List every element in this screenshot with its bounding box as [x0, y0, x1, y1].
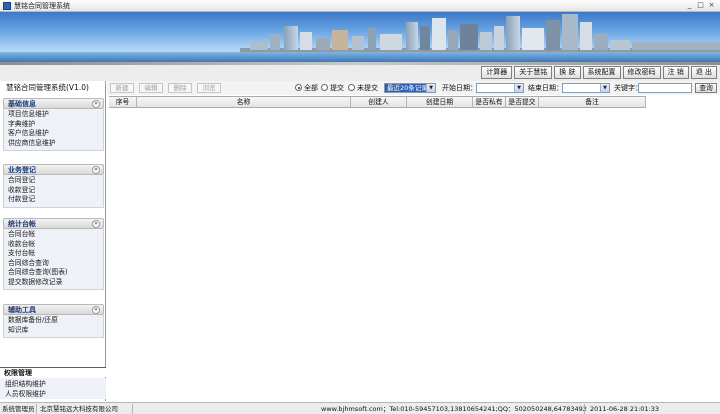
filter-unsubmitted-radio[interactable]: [348, 84, 355, 91]
section-title: 业务登记: [8, 166, 36, 174]
status-divider: [584, 404, 585, 414]
filter-all-label: 全部: [304, 84, 318, 92]
sidebar-item-payment-ledger[interactable]: 支付台帐: [4, 249, 103, 259]
sidebar-item-contract-register[interactable]: 合同登记: [4, 176, 103, 186]
end-date-label: 结束日期：: [528, 84, 563, 92]
keyword-input[interactable]: [638, 83, 692, 93]
action-bar: 新建 编辑 删除 浏览 全部 提交 未提交 最近20条记录 ▼ 开始日期： ▼ …: [107, 81, 720, 95]
app-window: 慧铭合同管理系统 _ □ × 计算器 关于慧铭 换 肤 系统配置 修改密码 注 …: [0, 0, 720, 414]
end-date-picker[interactable]: ▼: [562, 83, 610, 93]
sidebar-item-payment-register[interactable]: 付款登记: [4, 195, 103, 205]
sidebar-item-contract-query[interactable]: 合同综合查询: [4, 259, 103, 269]
contract-grid[interactable]: 序号 名称 创建人 创建日期 是否私有 是否提交 备注: [109, 96, 646, 401]
record-count-select[interactable]: 最近20条记录 ▼: [384, 83, 436, 93]
sidebar-item-supplier-info[interactable]: 供应商信息维护: [4, 139, 103, 149]
section-title: 统计台帐: [8, 220, 36, 228]
column-header-remarks[interactable]: 备注: [539, 97, 646, 108]
section-header[interactable]: 统计台帐 »: [3, 218, 104, 229]
column-header-index[interactable]: 序号: [109, 97, 137, 108]
section-header[interactable]: 业务登记 »: [3, 164, 104, 175]
status-divider: [36, 404, 37, 414]
change-password-button[interactable]: 修改密码: [622, 66, 661, 79]
edit-button[interactable]: 编辑: [139, 83, 163, 93]
title-bar[interactable]: 慧铭合同管理系统 _ □ ×: [0, 0, 720, 12]
section-title: 基础信息: [8, 100, 36, 108]
sidebar-item-customer-info[interactable]: 客户信息维护: [4, 129, 103, 139]
collapse-icon[interactable]: »: [92, 220, 100, 228]
filter-submitted-label: 提交: [330, 84, 344, 92]
app-icon: [3, 2, 11, 10]
collapse-icon[interactable]: »: [92, 100, 100, 108]
grid-header: 序号 名称 创建人 创建日期 是否私有 是否提交 备注: [109, 97, 646, 108]
calculator-button[interactable]: 计算器: [481, 66, 513, 79]
section-header[interactable]: 权限管理: [0, 367, 106, 377]
status-datetime: 2011-06-28 21:01:33: [590, 405, 660, 413]
sidebar-section-basic-info: 基础信息 » 项目信息维护 字典维护 客户信息维护 供应商信息维护: [3, 98, 104, 151]
sidebar-item-contract-ledger[interactable]: 合同台帐: [4, 230, 103, 240]
query-button[interactable]: 查询: [695, 83, 717, 93]
sidebar-item-db-backup[interactable]: 数据库备份/还原: [4, 316, 103, 326]
status-contact: www.bjhmsoft.com；Tel:010-59457103,138106…: [321, 405, 587, 413]
section-title: 权限管理: [4, 369, 32, 377]
chevron-down-icon: ▼: [426, 84, 435, 92]
delete-button[interactable]: 删除: [168, 83, 192, 93]
sidebar-item-receipt-register[interactable]: 收款登记: [4, 186, 103, 196]
sidebar-section-tools: 辅助工具 » 数据库备份/还原 知识库: [3, 304, 104, 338]
logout-button[interactable]: 注 销: [662, 66, 689, 79]
sidebar-app-name: 慧铭合同管理系统(V1.0): [6, 83, 89, 92]
status-divider: [132, 404, 133, 414]
sidebar-item-dictionary[interactable]: 字典维护: [4, 120, 103, 130]
new-button[interactable]: 新建: [110, 83, 134, 93]
section-header[interactable]: 基础信息 »: [3, 98, 104, 109]
filter-all-radio[interactable]: [295, 84, 302, 91]
status-company: 北京慧铭远大科技有限公司: [40, 405, 118, 413]
change-skin-button[interactable]: 换 肤: [554, 66, 581, 79]
column-header-submitted[interactable]: 是否提交: [506, 97, 539, 108]
window-title: 慧铭合同管理系统: [14, 2, 70, 10]
sidebar-item-receipt-ledger[interactable]: 收款台帐: [4, 240, 103, 250]
header-banner: [0, 12, 720, 62]
column-header-creator[interactable]: 创建人: [351, 97, 407, 108]
sidebar-item-change-log[interactable]: 提交数据修改记录: [4, 278, 103, 288]
section-title: 辅助工具: [8, 306, 36, 314]
section-header[interactable]: 辅助工具 »: [3, 304, 104, 315]
chevron-down-icon: ▼: [514, 84, 523, 92]
status-user: 系统管理员: [2, 405, 35, 413]
column-header-name[interactable]: 名称: [137, 97, 351, 108]
sidebar-item-project-info[interactable]: 项目信息维护: [4, 110, 103, 120]
sidebar-item-contract-query-chart[interactable]: 合同综合查询(图表): [4, 268, 103, 278]
start-date-picker[interactable]: ▼: [476, 83, 524, 93]
collapse-icon[interactable]: »: [92, 166, 100, 174]
sidebar-item-org-structure[interactable]: 组织结构维护: [0, 380, 106, 390]
sidebar-item-knowledge-base[interactable]: 知识库: [4, 326, 103, 336]
collapse-icon[interactable]: »: [92, 306, 100, 314]
status-bar: 系统管理员 北京慧铭远大科技有限公司 www.bjhmsoft.com；Tel:…: [0, 402, 720, 414]
sidebar-section-business: 业务登记 » 合同登记 收款登记 付款登记: [3, 164, 104, 208]
sidebar: 慧铭合同管理系统(V1.0) 基础信息 » 项目信息维护 字典维护 客户信息维护…: [0, 81, 106, 401]
record-count-value: 最近20条记录: [387, 84, 428, 92]
skyline-image: [0, 14, 720, 62]
exit-button[interactable]: 退 出: [690, 66, 717, 79]
sidebar-section-statistics: 统计台帐 » 合同台帐 收款台帐 支付台帐 合同综合查询 合同综合查询(图表) …: [3, 218, 104, 290]
filter-unsubmitted-label: 未提交: [357, 84, 378, 92]
top-toolbar: 计算器 关于慧铭 换 肤 系统配置 修改密码 注 销 退 出: [0, 65, 720, 81]
start-date-label: 开始日期：: [442, 84, 477, 92]
maximize-button[interactable]: □: [696, 1, 705, 10]
column-header-private[interactable]: 是否私有: [473, 97, 506, 108]
minimize-button[interactable]: _: [685, 1, 694, 10]
sidebar-section-permissions: 权限管理 组织结构维护 人员权限维护: [0, 367, 106, 399]
filter-submitted-radio[interactable]: [321, 84, 328, 91]
column-header-created-date[interactable]: 创建日期: [407, 97, 473, 108]
about-button[interactable]: 关于慧铭: [514, 66, 553, 79]
chevron-down-icon: ▼: [600, 84, 609, 92]
system-config-button[interactable]: 系统配置: [582, 66, 621, 79]
close-button[interactable]: ×: [707, 1, 716, 10]
browse-button[interactable]: 浏览: [197, 83, 221, 93]
sidebar-item-user-permissions[interactable]: 人员权限维护: [0, 390, 106, 400]
